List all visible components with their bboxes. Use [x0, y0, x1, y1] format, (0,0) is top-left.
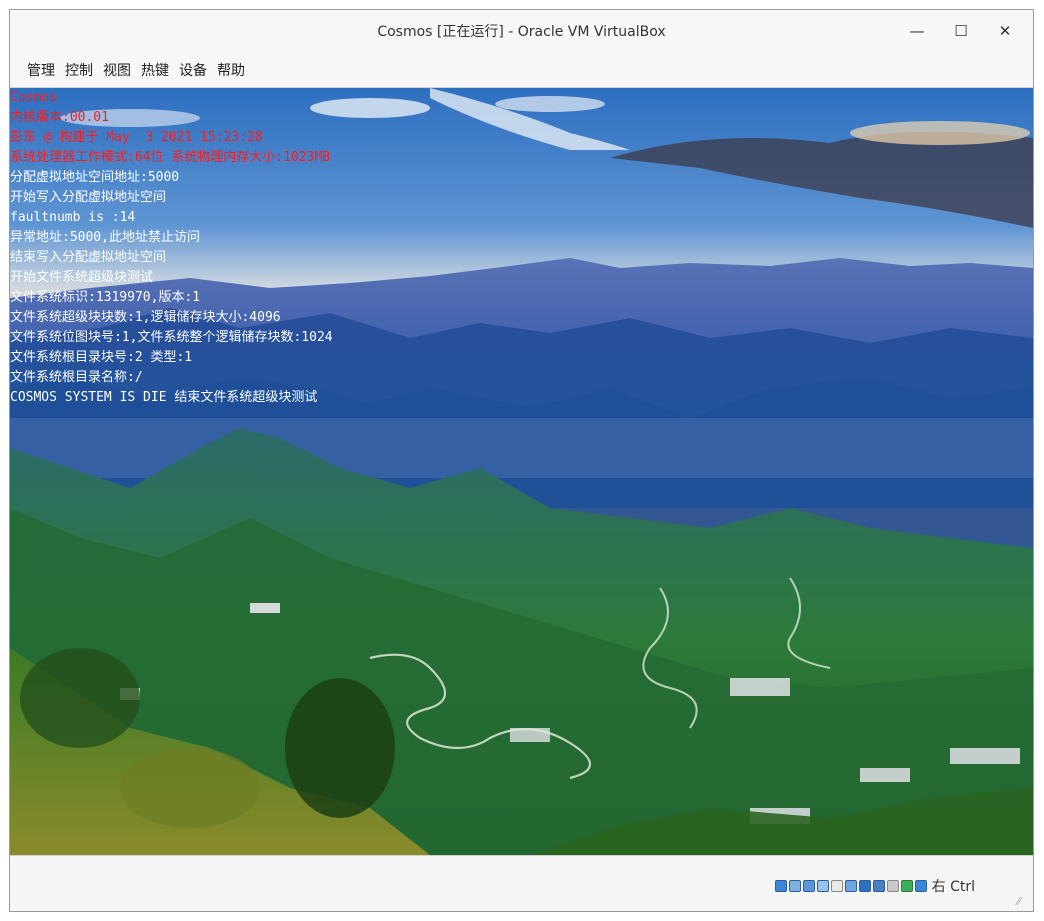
status-indicators: 右 Ctrl — [774, 876, 975, 896]
menu-devices[interactable]: 设备 — [174, 56, 212, 84]
console-line: 分配虚拟地址空间地址:5000 — [10, 170, 180, 185]
close-button[interactable]: ✕ — [983, 10, 1027, 52]
audio-icon[interactable] — [802, 880, 815, 892]
keyboard-icon[interactable] — [914, 880, 927, 892]
console-line: 结束写入分配虚拟地址空间 — [10, 250, 167, 265]
menu-hotkeys[interactable]: 热键 — [136, 56, 174, 84]
console-line: 文件系统根目录名称:/ — [10, 370, 143, 385]
maximize-button[interactable]: ☐ — [939, 10, 983, 52]
window-controls: — ☐ ✕ — [895, 10, 1027, 52]
mouse-integration-icon[interactable] — [900, 880, 913, 892]
title-bar[interactable]: Cosmos [正在运行] - Oracle VM VirtualBox — ☐… — [10, 10, 1033, 52]
console-line: COSMOS SYSTEM IS DIE 结束文件系统超级块测试 — [10, 390, 318, 405]
menu-bar: 管理 控制 视图 热键 设备 帮助 — [10, 52, 1033, 88]
cpu-icon[interactable] — [886, 880, 899, 892]
console-line: 开始写入分配虚拟地址空间 — [10, 190, 167, 205]
resize-grip-icon[interactable]: ⁄⁄ — [1017, 896, 1029, 908]
console-line: 文件系统根目录块号:2 类型:1 — [10, 350, 193, 365]
vm-screen[interactable]: Cosmos 内核版本:00.01 彭东 @ 构建于 May 3 2021 15… — [10, 88, 1033, 855]
menu-manage[interactable]: 管理 — [22, 56, 60, 84]
menu-control[interactable]: 控制 — [60, 56, 98, 84]
network-icon[interactable] — [816, 880, 829, 892]
video-capture-icon[interactable] — [872, 880, 885, 892]
console-line: 异常地址:5000,此地址禁止访问 — [10, 230, 200, 245]
console-line: 文件系统超级块块数:1,逻辑储存块大小:4096 — [10, 310, 281, 325]
optical-drive-icon[interactable] — [788, 880, 801, 892]
console-line: 开始文件系统超级块测试 — [10, 270, 154, 285]
window-title: Cosmos [正在运行] - Oracle VM VirtualBox — [377, 24, 666, 40]
menu-help[interactable]: 帮助 — [212, 56, 250, 84]
virtualbox-window: Cosmos [正在运行] - Oracle VM VirtualBox — ☐… — [9, 9, 1034, 912]
console-line: 文件系统标识:1319970,版本:1 — [10, 290, 201, 305]
usb-icon[interactable] — [830, 880, 843, 892]
console-line: faultnumb is :14 — [10, 210, 136, 225]
console-line: 文件系统位图块号:1,文件系统整个逻辑储存块数:1024 — [10, 330, 333, 345]
hard-disk-icon[interactable] — [774, 880, 787, 892]
status-bar: 右 Ctrl ⁄⁄ — [10, 855, 1033, 911]
console-line: 内核版本:00.01 — [10, 110, 109, 125]
host-key-label[interactable]: 右 Ctrl — [932, 876, 975, 896]
console-line: 彭东 @ 构建于 May 3 2021 15:23:28 — [10, 130, 263, 145]
boot-console-output: Cosmos 内核版本:00.01 彭东 @ 构建于 May 3 2021 15… — [10, 88, 333, 408]
menu-view[interactable]: 视图 — [98, 56, 136, 84]
minimize-button[interactable]: — — [895, 10, 939, 52]
shared-folders-icon[interactable] — [844, 880, 857, 892]
console-line: Cosmos — [10, 90, 57, 105]
console-line: 系统处理器工作模式:64位 系统物理内存大小:1023MB — [10, 150, 331, 165]
display-icon[interactable] — [858, 880, 871, 892]
